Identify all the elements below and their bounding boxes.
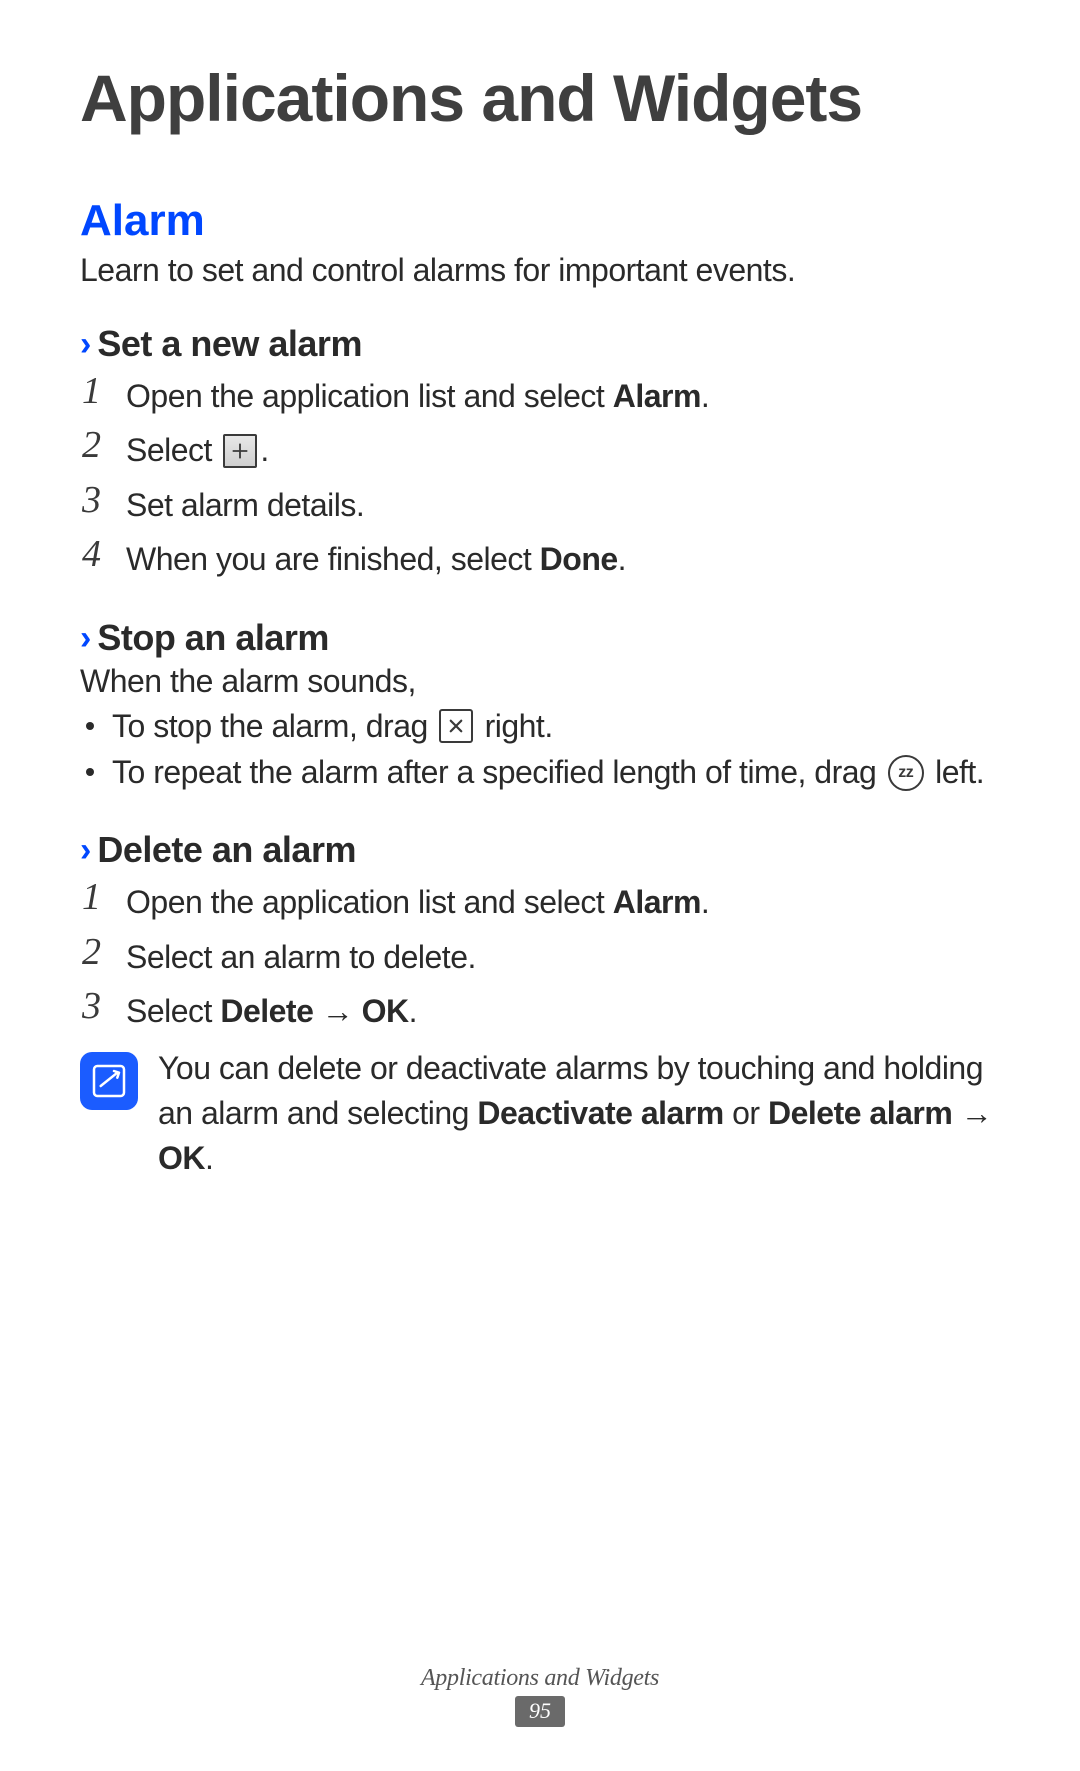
bullet-row: To stop the alarm, drag right. xyxy=(86,704,1000,749)
footer-title: Applications and Widgets xyxy=(0,1665,1080,1692)
chevron-icon: › xyxy=(80,833,91,867)
section-heading-alarm: Alarm xyxy=(80,196,1000,246)
step-text: Set alarm details. xyxy=(126,478,364,528)
step-number: 1 xyxy=(82,875,126,921)
text: . xyxy=(260,432,268,468)
sub-heading-label: Stop an alarm xyxy=(97,617,329,659)
text: Open the application list and select xyxy=(126,884,613,920)
bold-text: Delete alarm xyxy=(768,1095,952,1131)
bold-text: OK xyxy=(362,993,409,1029)
text: . xyxy=(409,993,417,1029)
text: . xyxy=(205,1140,213,1176)
note-text: You can delete or deactivate alarms by t… xyxy=(158,1046,1000,1180)
text: Select xyxy=(126,432,220,468)
text: . xyxy=(618,541,626,577)
step-text: Select Delete → OK. xyxy=(126,984,417,1034)
text: To stop the alarm, drag xyxy=(112,708,436,744)
step-row: 2 Select an alarm to delete. xyxy=(82,930,1000,980)
step-text: Select an alarm to delete. xyxy=(126,930,476,980)
step-row: 2 Select . xyxy=(82,423,1000,473)
text: When you are finished, select xyxy=(126,541,540,577)
step-number: 1 xyxy=(82,369,126,415)
page-number-badge: 95 xyxy=(515,1696,565,1727)
step-text: Open the application list and select Ala… xyxy=(126,369,709,419)
text: Select xyxy=(126,993,220,1029)
section-intro: Learn to set and control alarms for impo… xyxy=(80,252,1000,289)
text: Open the application list and select xyxy=(126,378,613,414)
step-number: 2 xyxy=(82,423,126,469)
bold-text: Alarm xyxy=(613,884,701,920)
step-row: 1 Open the application list and select A… xyxy=(82,875,1000,925)
sub-heading-label: Set a new alarm xyxy=(97,323,362,365)
step-text: When you are finished, select Done. xyxy=(126,532,626,582)
note-row: You can delete or deactivate alarms by t… xyxy=(80,1046,1000,1180)
step-number: 3 xyxy=(82,478,126,524)
step-row: 3 Select Delete → OK. xyxy=(82,984,1000,1034)
note-icon xyxy=(80,1052,138,1110)
text: To repeat the alarm after a specified le… xyxy=(112,754,885,790)
bullet-row: To repeat the alarm after a specified le… xyxy=(86,750,1000,795)
sub-heading-set-alarm: › Set a new alarm xyxy=(80,323,1000,365)
bullet-icon xyxy=(86,768,94,776)
bold-text: Deactivate alarm xyxy=(477,1095,723,1131)
step-text: Open the application list and select Ala… xyxy=(126,875,709,925)
dismiss-icon xyxy=(439,709,473,743)
bullet-text: To repeat the alarm after a specified le… xyxy=(112,750,984,795)
text: → xyxy=(313,993,361,1029)
text: left. xyxy=(927,754,984,790)
step-row: 4 When you are finished, select Done. xyxy=(82,532,1000,582)
sub-heading-label: Delete an alarm xyxy=(97,829,356,871)
plus-icon xyxy=(223,434,257,468)
bold-text: OK xyxy=(158,1140,205,1176)
chevron-icon: › xyxy=(80,621,91,655)
bullet-icon xyxy=(86,722,94,730)
bullet-text: To stop the alarm, drag right. xyxy=(112,704,553,749)
page-footer: Applications and Widgets 95 xyxy=(0,1665,1080,1727)
text: . xyxy=(701,378,709,414)
sub-heading-stop-alarm: › Stop an alarm xyxy=(80,617,1000,659)
step-row: 3 Set alarm details. xyxy=(82,478,1000,528)
text: → xyxy=(952,1095,992,1131)
bold-text: Delete xyxy=(220,993,313,1029)
page-content: Applications and Widgets Alarm Learn to … xyxy=(0,0,1080,1181)
step-number: 2 xyxy=(82,930,126,976)
bold-text: Alarm xyxy=(613,378,701,414)
step-number: 4 xyxy=(82,532,126,578)
step-number: 3 xyxy=(82,984,126,1030)
text: right. xyxy=(476,708,553,744)
bold-text: Done xyxy=(540,541,618,577)
step-row: 1 Open the application list and select A… xyxy=(82,369,1000,419)
chevron-icon: › xyxy=(80,327,91,361)
text: . xyxy=(701,884,709,920)
snooze-icon: zz xyxy=(888,755,924,791)
chapter-heading: Applications and Widgets xyxy=(80,60,1000,136)
sub-heading-delete-alarm: › Delete an alarm xyxy=(80,829,1000,871)
step-text: Select . xyxy=(126,423,269,473)
paragraph-text: When the alarm sounds, xyxy=(80,663,1000,700)
text: or xyxy=(724,1095,768,1131)
